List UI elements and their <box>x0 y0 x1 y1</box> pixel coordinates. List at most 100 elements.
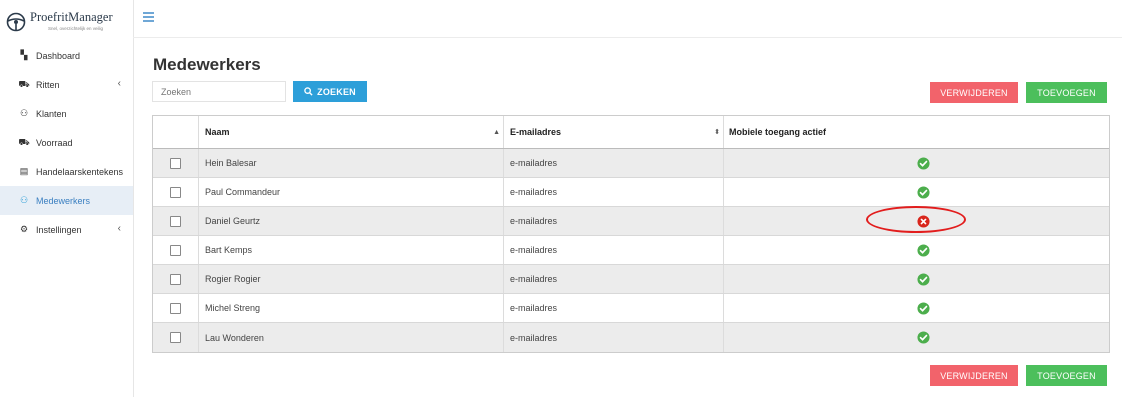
check-circle-icon <box>917 331 930 344</box>
sidebar-item-label: Handelaarskentekens <box>36 166 124 177</box>
table-header-row: Naam ▲ E-mailadres ⬍ Mobiele toegang act… <box>153 116 1109 149</box>
brand-name: ProefritManager <box>30 10 113 24</box>
row-checkbox[interactable] <box>170 273 181 285</box>
sort-asc-icon[interactable]: ▲ <box>493 129 500 136</box>
select-cell <box>153 236 199 264</box>
employee-email: e-mailadres <box>504 207 724 235</box>
delete-button-bottom[interactable]: VERWIJDEREN <box>930 365 1018 386</box>
employee-name: Rogier Rogier <box>199 265 504 293</box>
license-plate-icon: ▤ <box>19 166 29 176</box>
menu-toggle-icon[interactable] <box>143 12 154 22</box>
search-icon <box>304 87 313 96</box>
check-circle-icon <box>917 273 930 286</box>
select-cell <box>153 265 199 293</box>
mobile-access-cell <box>724 323 1109 352</box>
employee-name: Lau Wonderen <box>199 323 504 352</box>
gear-icon: ⚙ <box>19 224 29 234</box>
highlight-ellipse <box>866 206 966 233</box>
employee-name: Hein Balesar <box>199 149 504 177</box>
search-button[interactable]: ZOEKEN <box>293 81 367 102</box>
row-checkbox[interactable] <box>170 244 181 256</box>
users-icon: ⚇ <box>19 108 29 118</box>
sidebar: ProefritManager Snel, overzichtelijk en … <box>0 0 134 397</box>
row-checkbox[interactable] <box>170 332 181 343</box>
search-input[interactable] <box>152 81 286 102</box>
mobile-access-cell <box>724 149 1109 177</box>
table-row[interactable]: Bart Kemps e-mailadres <box>153 236 1109 265</box>
search-button-label: ZOEKEN <box>317 86 356 97</box>
mobile-access-cell <box>724 294 1109 322</box>
sidebar-item-label: Dashboard <box>36 50 81 61</box>
row-checkbox[interactable] <box>170 186 181 198</box>
sidebar-item-label: Ritten <box>36 79 60 90</box>
chevron-left-icon[interactable]: ‹ <box>118 78 121 89</box>
check-circle-icon <box>917 157 930 170</box>
dashboard-icon: ▚ <box>20 50 28 60</box>
check-circle-icon <box>917 186 930 199</box>
sidebar-item-label: Voorraad <box>36 137 73 148</box>
sidebar-item-label: Klanten <box>36 108 67 119</box>
table-body: Hein Balesar e-mailadres Paul Commandeur e-… <box>153 149 1109 352</box>
mobile-access-cell <box>724 265 1109 293</box>
sidebar-item-ritten[interactable]: ⛟ Ritten ‹ <box>0 70 133 99</box>
sidebar-item-voorraad[interactable]: ⛟ Voorraad <box>0 128 133 157</box>
brand-tagline: Snel, overzichtelijk en veilig <box>48 26 104 31</box>
employee-email: e-mailadres <box>504 323 724 352</box>
employee-name: Paul Commandeur <box>199 178 504 206</box>
table-row[interactable]: Rogier Rogier e-mailadres <box>153 265 1109 294</box>
delete-button-label: VERWIJDEREN <box>940 370 1008 381</box>
row-checkbox[interactable] <box>170 157 181 169</box>
sidebar-item-medewerkers[interactable]: ⚇ Medewerkers <box>0 186 133 215</box>
header-divider <box>133 37 1122 38</box>
select-cell <box>153 178 199 206</box>
page-title: Medewerkers <box>153 55 261 74</box>
sidebar-item-label: Instellingen <box>36 224 82 235</box>
column-header-mobile-label: Mobiele toegang actief <box>729 127 827 137</box>
check-circle-icon <box>917 244 930 257</box>
car-icon: ⛟ <box>18 78 30 89</box>
chevron-left-icon[interactable]: ‹ <box>118 223 121 234</box>
table-row[interactable]: Paul Commandeur e-mailadres <box>153 178 1109 207</box>
select-cell <box>153 294 199 322</box>
employee-email: e-mailadres <box>504 265 724 293</box>
brand-logo[interactable]: ProefritManager Snel, overzichtelijk en … <box>6 10 130 36</box>
employee-name: Bart Kemps <box>199 236 504 264</box>
add-button-label: TOEVOEGEN <box>1037 370 1096 381</box>
sidebar-item-dashboard[interactable]: ▚ Dashboard <box>0 41 133 70</box>
table-row[interactable]: Hein Balesar e-mailadres <box>153 149 1109 178</box>
employee-email: e-mailadres <box>504 236 724 264</box>
sidebar-nav: ▚ Dashboard ⛟ Ritten ‹ ⚇ Klanten ⛟ Voorraad ▤ Hand… <box>0 41 133 244</box>
employees-icon: ⚇ <box>19 195 29 205</box>
employee-email: e-mailadres <box>504 294 724 322</box>
column-header-email[interactable]: E-mailadres ⬍ <box>504 116 724 148</box>
employee-email: e-mailadres <box>504 178 724 206</box>
steering-wheel-icon <box>6 12 26 32</box>
table-row[interactable]: Daniel Geurtz e-mailadres <box>153 207 1109 236</box>
column-header-name[interactable]: Naam ▲ <box>199 116 504 148</box>
mobile-access-cell <box>724 236 1109 264</box>
delete-button-top[interactable]: VERWIJDEREN <box>930 82 1018 103</box>
sidebar-item-label: Medewerkers <box>36 195 91 206</box>
add-button-bottom[interactable]: TOEVOEGEN <box>1026 365 1107 386</box>
add-button-label: TOEVOEGEN <box>1037 87 1096 98</box>
row-checkbox[interactable] <box>170 215 181 227</box>
employee-name: Daniel Geurtz <box>199 207 504 235</box>
select-cell <box>153 323 199 352</box>
column-header-name-label: Naam <box>205 127 230 137</box>
check-circle-icon <box>917 302 930 315</box>
sidebar-item-handelaarskentekens[interactable]: ▤ Handelaarskentekens <box>0 157 133 186</box>
column-header-email-label: E-mailadres <box>510 127 562 137</box>
delete-button-label: VERWIJDEREN <box>940 87 1008 98</box>
table-row[interactable]: Lau Wonderen e-mailadres <box>153 323 1109 352</box>
sidebar-item-instellingen[interactable]: ⚙ Instellingen ‹ <box>0 215 133 244</box>
table-row[interactable]: Michel Streng e-mailadres <box>153 294 1109 323</box>
mobile-access-cell <box>724 178 1109 206</box>
sort-icon[interactable]: ⬍ <box>714 128 720 136</box>
stock-car-icon: ⛟ <box>18 136 30 147</box>
employees-table: Naam ▲ E-mailadres ⬍ Mobiele toegang act… <box>152 115 1110 353</box>
header-select-cell <box>153 116 199 148</box>
row-checkbox[interactable] <box>170 302 181 314</box>
sidebar-item-klanten[interactable]: ⚇ Klanten <box>0 99 133 128</box>
select-cell <box>153 207 199 235</box>
add-button-top[interactable]: TOEVOEGEN <box>1026 82 1107 103</box>
